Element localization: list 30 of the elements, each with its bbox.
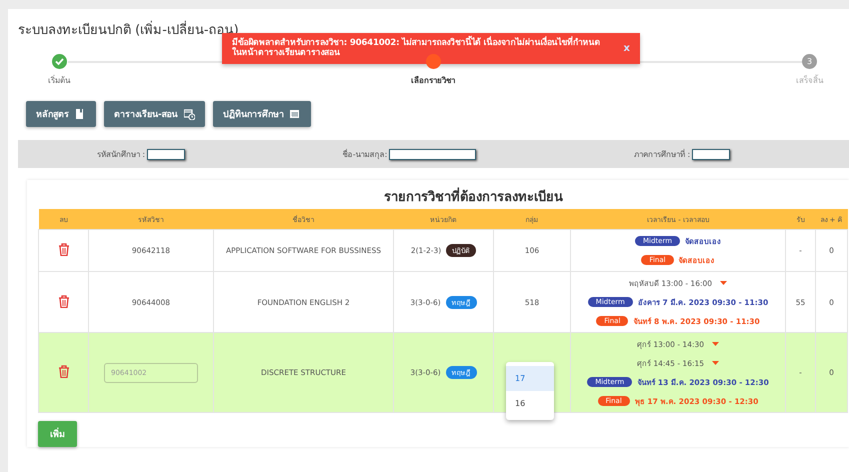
close-button[interactable]: x — [624, 42, 630, 54]
step-circle[interactable]: 3 — [802, 54, 817, 69]
field-label: รหัสนักศึกษา : — [96, 148, 146, 160]
step-circle[interactable] — [52, 54, 66, 69]
dropdown-option[interactable]: 17 — [506, 366, 554, 391]
step-label: เริ่มต้น — [48, 74, 70, 87]
field-label: ชื่อ-นามสกุล: — [342, 148, 388, 160]
caret-icon — [712, 342, 720, 346]
step-label: เลือกรายวิชา — [411, 75, 455, 87]
check-icon — [54, 56, 64, 67]
nav-button[interactable]: ตารางเรียน-สอน — [104, 101, 205, 127]
input-field[interactable] — [692, 148, 730, 160]
calendar-clock-icon — [184, 108, 195, 120]
dropdown-option[interactable]: 16 — [506, 391, 554, 416]
caret-icon — [712, 361, 720, 365]
add-button[interactable]: เพิ่ม — [38, 421, 77, 447]
input-field[interactable] — [389, 148, 476, 160]
field-label: ภาคการศึกษาที่ : — [634, 148, 690, 160]
caret-icon — [720, 281, 728, 285]
delete-icon[interactable] — [58, 294, 70, 308]
input-field[interactable] — [147, 148, 186, 160]
nav-button[interactable]: หลักสูตร — [26, 101, 96, 127]
delete-icon[interactable] — [58, 243, 70, 256]
delete-icon[interactable] — [58, 365, 70, 378]
nav-button[interactable]: ปฏิทินการศึกษา — [212, 101, 311, 127]
table-title: รายการวิชาที่ต้องการลงทะเบียน — [38, 186, 849, 207]
book-icon — [75, 108, 86, 120]
toast-message: มีข้อผิดพลาดสำหรับการลงวิชา: 90641002: ไม่สามารถลงวิชานี้ได้ เนื่องจากไม่ผ่านเงื่อนไขที่กำหนด ในหน้าตารางเรียนตารางสอน — [232, 38, 604, 59]
calendar-icon — [290, 108, 301, 120]
step-label: เสร็จสิ้น — [796, 74, 823, 87]
